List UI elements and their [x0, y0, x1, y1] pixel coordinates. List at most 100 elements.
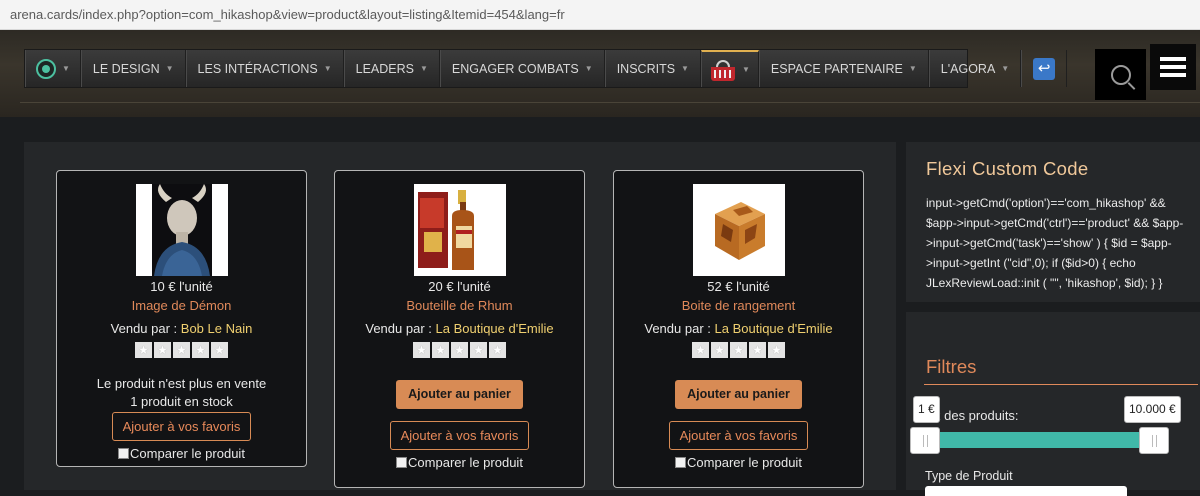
- product-price: 20 € l'unité: [428, 279, 491, 294]
- star-icon: ★: [173, 342, 190, 358]
- nav-item-logout[interactable]: ↩: [1021, 50, 1068, 87]
- compare-option: Comparer le produit: [57, 446, 306, 461]
- logout-icon: ↩: [1033, 57, 1056, 80]
- add-to-favorites-button[interactable]: Ajouter à vos favoris: [668, 421, 809, 450]
- price-range-slider[interactable]: [910, 432, 1168, 448]
- star-icon: ★: [154, 342, 171, 358]
- module-title: Flexi Custom Code: [926, 158, 1089, 179]
- product-type-select[interactable]: [925, 486, 1127, 496]
- product-price: 10 € l'unité: [150, 279, 213, 294]
- nav-item-le-design[interactable]: LE DESIGN ▼: [80, 50, 186, 87]
- star-icon: ★: [711, 342, 728, 358]
- custom-code-text: input->getCmd('option')=='com_hikashop' …: [926, 196, 1184, 290]
- slider-max-handle[interactable]: [1139, 427, 1169, 454]
- nav-item-label: LES INTÉRACTIONS: [197, 61, 318, 76]
- header-divider: [20, 102, 1200, 103]
- product-image-demon[interactable]: [135, 184, 228, 276]
- compare-checkbox[interactable]: [118, 448, 130, 459]
- add-to-cart-button[interactable]: Ajouter au panier: [396, 380, 523, 409]
- add-to-favorites-button[interactable]: Ajouter à vos favoris: [111, 412, 252, 441]
- seller-prefix: Vendu par :: [110, 321, 181, 336]
- seller-line: Vendu par : Bob Le Nain: [57, 321, 306, 336]
- rating-stars[interactable]: ★ ★ ★ ★ ★: [335, 342, 584, 358]
- hamburger-menu-button[interactable]: [1150, 44, 1196, 90]
- product-name-link[interactable]: Image de Démon: [57, 298, 306, 313]
- chevron-down-icon: ▼: [584, 64, 593, 73]
- compare-label: Comparer le produit: [687, 455, 802, 470]
- compare-label: Comparer le produit: [408, 455, 523, 470]
- chevron-down-icon: ▼: [165, 64, 174, 73]
- price-max-input[interactable]: 10.000 €: [1124, 396, 1181, 423]
- star-icon: ★: [749, 342, 766, 358]
- nav-item-inscrits[interactable]: INSCRITS ▼: [604, 50, 701, 87]
- product-name-link[interactable]: Bouteille de Rhum: [335, 298, 584, 313]
- chevron-down-icon: ▼: [62, 64, 70, 73]
- nav-item-agora[interactable]: L'AGORA ▼: [928, 50, 1022, 87]
- star-icon: ★: [192, 342, 209, 358]
- star-icon: ★: [211, 342, 228, 358]
- product-card: 20 € l'unité Bouteille de Rhum Vendu par…: [334, 170, 585, 488]
- star-icon: ★: [413, 342, 430, 358]
- product-price: 52 € l'unité: [707, 279, 770, 294]
- nav-item-label: LE DESIGN: [92, 61, 160, 76]
- product-image-boite[interactable]: [692, 184, 785, 276]
- seller-line: Vendu par : La Boutique d'Emilie: [335, 321, 584, 336]
- seller-prefix: Vendu par :: [644, 321, 715, 336]
- product-card: 10 € l'unité Image de Démon Vendu par : …: [56, 170, 307, 467]
- star-icon: ★: [489, 342, 506, 358]
- chevron-down-icon: ▼: [419, 64, 428, 73]
- rating-stars[interactable]: ★ ★ ★ ★ ★: [614, 342, 863, 358]
- compare-checkbox[interactable]: [675, 457, 687, 468]
- seller-name-link[interactable]: La Boutique d'Emilie: [715, 321, 833, 336]
- eye-icon: [36, 58, 56, 79]
- product-type-label: Type de Produit: [925, 469, 1013, 483]
- nav-item-interactions[interactable]: LES INTÉRACTIONS ▼: [185, 50, 344, 87]
- compare-option: Comparer le produit: [614, 455, 863, 470]
- star-icon: ★: [730, 342, 747, 358]
- slider-min-handle[interactable]: [910, 427, 940, 454]
- nav-item-label: ENGAGER COMBATS: [451, 61, 579, 76]
- filters-divider: [924, 384, 1198, 385]
- add-to-favorites-button[interactable]: Ajouter à vos favoris: [389, 421, 530, 450]
- star-icon: ★: [432, 342, 449, 358]
- compare-checkbox[interactable]: [396, 457, 408, 468]
- nav-item-engager-combats[interactable]: ENGAGER COMBATS ▼: [439, 50, 605, 87]
- chevron-down-icon: ▼: [323, 64, 332, 73]
- nav-item-label: L'AGORA: [940, 61, 996, 76]
- star-icon: ★: [692, 342, 709, 358]
- main-navigation: ▼ LE DESIGN ▼ LES INTÉRACTIONS ▼ LEADERS…: [24, 49, 1068, 88]
- star-icon: ★: [768, 342, 785, 358]
- search-button[interactable]: [1095, 49, 1146, 100]
- nav-item-label: ESPACE PARTENAIRE: [770, 61, 903, 76]
- nav-item-espace-partenaire[interactable]: ESPACE PARTENAIRE ▼: [758, 50, 929, 87]
- product-name-link[interactable]: Boite de rangement: [614, 298, 863, 313]
- nav-item-shop[interactable]: ▼: [700, 50, 759, 87]
- compare-label: Comparer le produit: [130, 446, 245, 461]
- seller-prefix: Vendu par :: [365, 321, 436, 336]
- hamburger-menu-icon: [1160, 57, 1186, 61]
- rating-stars[interactable]: ★ ★ ★ ★ ★: [57, 342, 306, 358]
- product-image-rhum[interactable]: [413, 184, 506, 276]
- price-min-input[interactable]: 1 €: [913, 396, 940, 423]
- stock-status-line: Le produit n'est plus en vente: [96, 376, 267, 391]
- nav-item-label: INSCRITS: [616, 61, 676, 76]
- seller-name-link[interactable]: La Boutique d'Emilie: [436, 321, 554, 336]
- nav-eye-menu[interactable]: ▼: [25, 50, 81, 87]
- chevron-down-icon: ▼: [908, 64, 917, 73]
- product-card: 52 € l'unité Boite de rangement Vendu pa…: [613, 170, 864, 488]
- nav-item-label: LEADERS: [355, 61, 414, 76]
- chevron-down-icon: ▼: [741, 65, 750, 74]
- add-to-cart-button[interactable]: Ajouter au panier: [675, 380, 802, 409]
- address-bar[interactable]: arena.cards/index.php?option=com_hikasho…: [0, 0, 1200, 30]
- stock-status: Le produit n'est plus en vente 1 produit…: [57, 375, 306, 411]
- compare-option: Comparer le produit: [335, 455, 584, 470]
- custom-code-module: Flexi Custom Code input->getCmd('option'…: [906, 142, 1200, 302]
- nav-item-leaders[interactable]: LEADERS ▼: [343, 50, 440, 87]
- filters-title: Filtres: [926, 356, 977, 377]
- star-icon: ★: [135, 342, 152, 358]
- seller-line: Vendu par : La Boutique d'Emilie: [614, 321, 863, 336]
- star-icon: ★: [470, 342, 487, 358]
- star-icon: ★: [451, 342, 468, 358]
- seller-name-link[interactable]: Bob Le Nain: [181, 321, 253, 336]
- search-icon: [1110, 64, 1131, 85]
